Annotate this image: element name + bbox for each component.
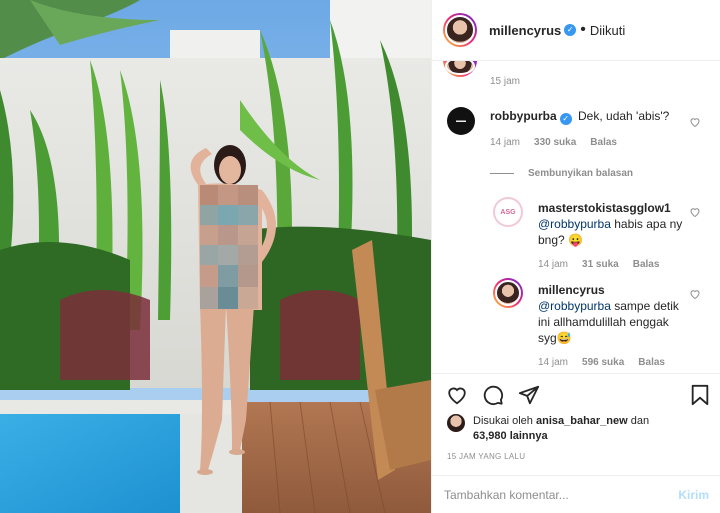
- post-photo[interactable]: [0, 0, 431, 513]
- reply-avatar-logo: ASG: [495, 199, 521, 225]
- likes-count[interactable]: 63,980 lainnya: [473, 430, 548, 442]
- share-paper-plane-icon[interactable]: [518, 384, 540, 406]
- comment-text: Dek, udah 'abis'?: [578, 109, 670, 123]
- prev-comment-avatar[interactable]: [443, 61, 477, 77]
- reply-button[interactable]: Balas: [638, 357, 665, 368]
- post-image: [0, 0, 431, 513]
- reply-avatar[interactable]: ASG: [493, 197, 523, 227]
- liker-avatar[interactable]: [447, 414, 465, 432]
- reply-time[interactable]: 14 jam: [538, 357, 568, 368]
- reply-button[interactable]: Balas: [590, 137, 617, 148]
- likes-prefix: Disukai oleh: [473, 415, 536, 427]
- post-panel: millencyrus ✓ • Diikuti 15 jam ▬▬ robbyp…: [431, 0, 720, 513]
- reply-likes[interactable]: 31 suka: [582, 259, 619, 270]
- add-comment-input[interactable]: [444, 488, 679, 502]
- separator-dot: •: [580, 21, 586, 38]
- likes-mid: dan: [627, 415, 650, 427]
- reply-mention-link[interactable]: @robbypurba: [538, 299, 611, 313]
- post-header: millencyrus ✓ • Diikuti: [432, 0, 720, 61]
- reply-button[interactable]: Balas: [633, 259, 660, 270]
- reply-mention-link[interactable]: @robbypurba: [538, 217, 611, 231]
- post-timestamp[interactable]: 15 JAM YANG LALU: [447, 452, 525, 461]
- comment-box: Kirim: [432, 475, 720, 513]
- comments-list[interactable]: 15 jam ▬▬ robbypurba ✓ Dek, udah 'abis'? …: [432, 61, 720, 373]
- hide-replies-label: Sembunyikan balasan: [528, 168, 634, 179]
- comment-like-heart-icon[interactable]: [689, 116, 701, 128]
- reply-username[interactable]: masterstokistasgglow1: [538, 200, 698, 216]
- reply-time[interactable]: 14 jam: [538, 259, 568, 270]
- author-avatar[interactable]: [443, 13, 477, 47]
- comment-bubble-icon[interactable]: [482, 384, 504, 406]
- post-actions: Disukai oleh anisa_bahar_new dan 63,980 …: [432, 373, 720, 513]
- comment-username[interactable]: robbypurba: [490, 109, 557, 123]
- like-heart-icon[interactable]: [446, 384, 468, 406]
- comment-avatar[interactable]: ▬▬: [447, 107, 475, 135]
- reply-like-heart-icon[interactable]: [689, 206, 701, 218]
- comment-time[interactable]: 14 jam: [490, 137, 520, 148]
- post-comment-button[interactable]: Kirim: [678, 488, 709, 502]
- prev-comment-time[interactable]: 15 jam: [490, 76, 520, 87]
- save-bookmark-icon[interactable]: [690, 384, 710, 406]
- comment-likes[interactable]: 330 suka: [534, 137, 576, 148]
- reply-username[interactable]: millencyrus: [538, 282, 683, 298]
- liker-username[interactable]: anisa_bahar_new: [536, 415, 628, 427]
- author-username[interactable]: millencyrus: [489, 23, 561, 38]
- likes-summary: Disukai oleh anisa_bahar_new dan 63,980 …: [447, 414, 673, 444]
- hide-replies-toggle[interactable]: Sembunyikan balasan: [490, 168, 633, 179]
- reply-likes[interactable]: 596 suka: [582, 357, 624, 368]
- verified-badge-icon: ✓: [559, 113, 572, 125]
- comment-avatar-logo: ▬▬: [456, 118, 466, 124]
- verified-badge-icon: ✓: [564, 24, 577, 36]
- divider-line: [490, 173, 514, 174]
- follow-status-button[interactable]: Diikuti: [590, 23, 625, 38]
- reply-like-heart-icon[interactable]: [689, 288, 701, 300]
- reply-avatar[interactable]: [493, 278, 523, 308]
